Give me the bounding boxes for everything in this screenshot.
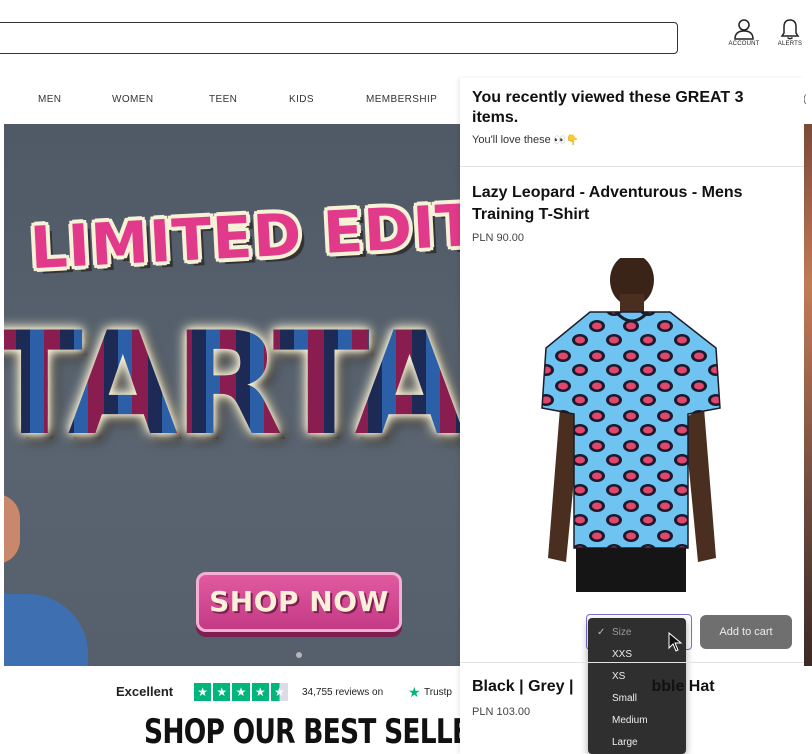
- product-name-left: Black | Grey |: [472, 678, 574, 695]
- hero-model-arm: [4, 494, 20, 564]
- account-button[interactable]: ACCOUNT: [724, 18, 764, 47]
- half-star-icon: ★: [270, 683, 289, 701]
- star-icon: ★: [232, 683, 250, 701]
- alerts-label: ALERTS: [777, 41, 803, 47]
- nav-item-women[interactable]: WOMEN: [112, 94, 153, 105]
- top-bar: ACCOUNT ALERTS: [0, 0, 812, 66]
- account-label: ACCOUNT: [728, 41, 760, 47]
- panel-subtitle: You'll love these 👀👇: [472, 134, 579, 146]
- nav-item-membership[interactable]: MEMBERSHIP: [366, 94, 437, 105]
- panel-title: You recently viewed these GREAT 3 items.: [472, 89, 744, 126]
- product-name[interactable]: Black | Grey | bble Hat: [472, 678, 715, 696]
- review-count: 34,755 reviews on: [302, 687, 384, 698]
- trustpilot-brand: Trustp: [424, 687, 452, 698]
- carousel-dot[interactable]: [296, 652, 302, 658]
- search-input[interactable]: [0, 22, 678, 54]
- nav-item-teen[interactable]: TEEN: [209, 94, 237, 105]
- product-name-right: bble Hat: [651, 678, 715, 695]
- recently-viewed-panel: You recently viewed these GREAT 3 items.…: [460, 78, 804, 754]
- add-to-cart-button[interactable]: Add to cart: [700, 615, 792, 649]
- section-heading: SHOP OUR BEST SELLERS: [144, 712, 508, 752]
- mouse-cursor-icon: [668, 632, 682, 652]
- main-nav: MEN WOMEN TEEN KIDS MEMBERSHIP: [0, 88, 460, 112]
- checkmark-icon: ✓: [597, 627, 606, 638]
- carousel-next-peek: [804, 124, 812, 666]
- size-option-medium[interactable]: Medium: [588, 710, 686, 732]
- product-name[interactable]: Lazy Leopard - Adventurous - Mens Traini…: [472, 182, 792, 226]
- divider: [460, 166, 804, 167]
- star-icon: ★: [213, 683, 231, 701]
- size-option-large[interactable]: Large: [588, 732, 686, 754]
- shop-now-button[interactable]: SHOP NOW: [196, 572, 402, 632]
- product-image[interactable]: [520, 258, 740, 598]
- nav-item-men[interactable]: MEN: [38, 94, 61, 105]
- hero-headline: TARTA: [4, 302, 460, 467]
- product-price: PLN 90.00: [472, 232, 524, 244]
- user-icon: [734, 19, 754, 40]
- bell-icon: [780, 19, 800, 40]
- size-option-label: Size: [612, 627, 632, 638]
- panel-subtitle-text: You'll love these: [472, 134, 551, 146]
- nav-item-kids[interactable]: KIDS: [289, 94, 314, 105]
- product-price: PLN 103.00: [472, 706, 531, 718]
- eyes-pointing-emoji-icon: 👀👇: [553, 135, 579, 146]
- star-icon: ★: [194, 683, 212, 701]
- star-icon: ★: [251, 683, 269, 701]
- hero-model-sleeve: [4, 594, 88, 666]
- alerts-button[interactable]: ALERTS: [770, 18, 810, 47]
- rating-word: Excellent: [116, 684, 174, 699]
- trustpilot-star-icon: ★: [408, 684, 421, 700]
- hero-banner[interactable]: LIMITED EDITI TARTA SHOP NOW: [4, 124, 460, 666]
- rating-stars: ★ ★ ★ ★ ★: [194, 683, 289, 701]
- divider: [460, 662, 804, 663]
- hero-title: LIMITED EDITI: [28, 189, 460, 283]
